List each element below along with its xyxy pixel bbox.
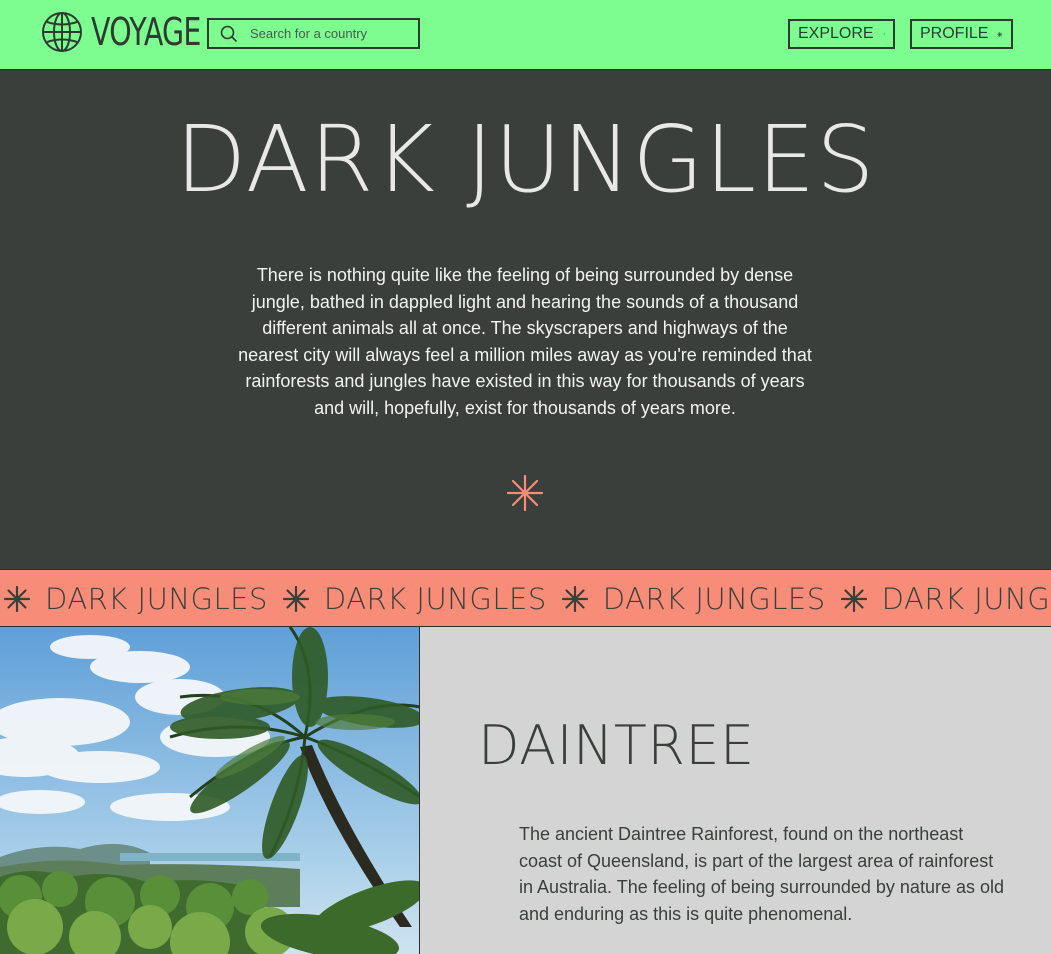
marquee-text: DARK JUNGLES	[323, 582, 547, 616]
search-icon	[220, 25, 238, 42]
marquee-item: DARK JUNGLES	[0, 570, 268, 626]
marquee-track: DARK JUNGLES DARK JUNGLES DARK JUNGLES D…	[0, 570, 1051, 626]
marquee-banner: DARK JUNGLES DARK JUNGLES DARK JUNGLES D…	[0, 569, 1051, 627]
logo-text: VOYAGE	[91, 10, 201, 54]
marquee-item: DARK JUNGLES	[547, 570, 826, 626]
asterisk-icon	[4, 586, 30, 612]
hero-title: DARK JUNGLES	[175, 106, 876, 213]
search-box	[207, 18, 420, 49]
asterisk-icon	[561, 586, 588, 612]
asterisk-icon	[282, 586, 309, 612]
marquee-text: DARK JUNGLES	[45, 582, 268, 616]
explore-label: EXPLORE	[798, 25, 874, 42]
hero-section: DARK JUNGLES There is nothing quite like…	[0, 70, 1051, 569]
asterisk-icon	[997, 31, 1003, 37]
marquee-text: DARK JUNGLES	[881, 582, 1051, 616]
marquee-item: DARK JUNGLES	[826, 570, 1051, 626]
globe-icon	[42, 12, 82, 52]
profile-label: PROFILE	[920, 25, 989, 42]
rainforest-image	[0, 627, 419, 954]
feature-title: DAINTREE	[478, 714, 755, 777]
hero-description: There is nothing quite like the feeling …	[238, 265, 812, 418]
feature-panel: DAINTREE The ancient Daintree Rainforest…	[420, 627, 1051, 954]
feature-description: The ancient Daintree Rainforest, found o…	[519, 824, 1004, 924]
asterisk-icon	[507, 475, 543, 511]
explore-button[interactable]: EXPLORE	[788, 19, 895, 49]
asterisk-icon	[840, 586, 867, 612]
search-input[interactable]	[250, 26, 410, 41]
marquee-item: DARK JUNGLES	[268, 570, 547, 626]
site-header: VOYAGE EXPLORE PROFILE	[0, 0, 1051, 70]
rainforest-photo	[0, 627, 420, 954]
profile-button[interactable]: PROFILE	[910, 19, 1013, 49]
marquee-text: DARK JUNGLES	[602, 582, 826, 616]
arrow-up-right-icon	[882, 33, 885, 35]
